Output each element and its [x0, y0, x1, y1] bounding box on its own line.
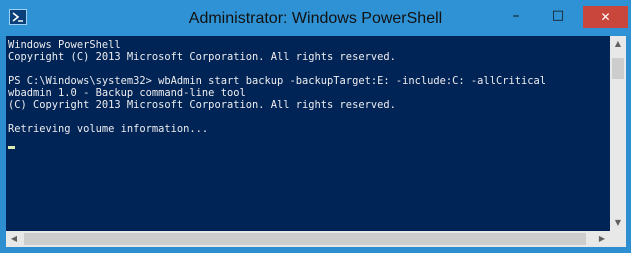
minimize-icon: –	[512, 8, 520, 24]
minimize-button[interactable]: –	[496, 4, 536, 28]
horizontal-scrollbar[interactable]: ◀ ▶	[6, 231, 610, 247]
scroll-left-icon[interactable]: ◀	[6, 231, 22, 247]
console-line: (C) Copyright 2013 Microsoft Corporation…	[8, 99, 396, 111]
powershell-window: Administrator: Windows PowerShell – □ ✕ …	[0, 0, 631, 253]
scroll-up-icon[interactable]: ▲	[610, 36, 626, 52]
horizontal-scroll-thumb[interactable]	[24, 233, 586, 245]
window-title: Administrator: Windows PowerShell	[188, 10, 443, 27]
console-output[interactable]: Windows PowerShell Copyright (C) 2013 Mi…	[6, 36, 610, 231]
maximize-icon: □	[551, 8, 565, 23]
console-line: Retrieving volume information...	[8, 123, 209, 135]
vertical-scrollbar[interactable]: ▲ ▼	[610, 36, 626, 231]
resize-grip[interactable]	[610, 231, 626, 247]
console-line: Copyright (C) 2013 Microsoft Corporation…	[8, 51, 396, 63]
vertical-scroll-thumb[interactable]	[612, 58, 624, 79]
console-line: PS C:\Windows\system32> wbAdmin start ba…	[8, 75, 546, 87]
console-line: Windows PowerShell	[8, 39, 121, 51]
close-button[interactable]: ✕	[583, 6, 628, 28]
text-cursor	[8, 146, 15, 149]
title-bar[interactable]: Administrator: Windows PowerShell – □ ✕	[0, 0, 631, 36]
scroll-right-icon[interactable]: ▶	[594, 231, 610, 247]
maximize-button[interactable]: □	[538, 4, 578, 28]
close-icon: ✕	[600, 10, 611, 24]
console-line: wbadmin 1.0 - Backup command-line tool	[8, 87, 246, 99]
scroll-down-icon[interactable]: ▼	[610, 215, 626, 231]
